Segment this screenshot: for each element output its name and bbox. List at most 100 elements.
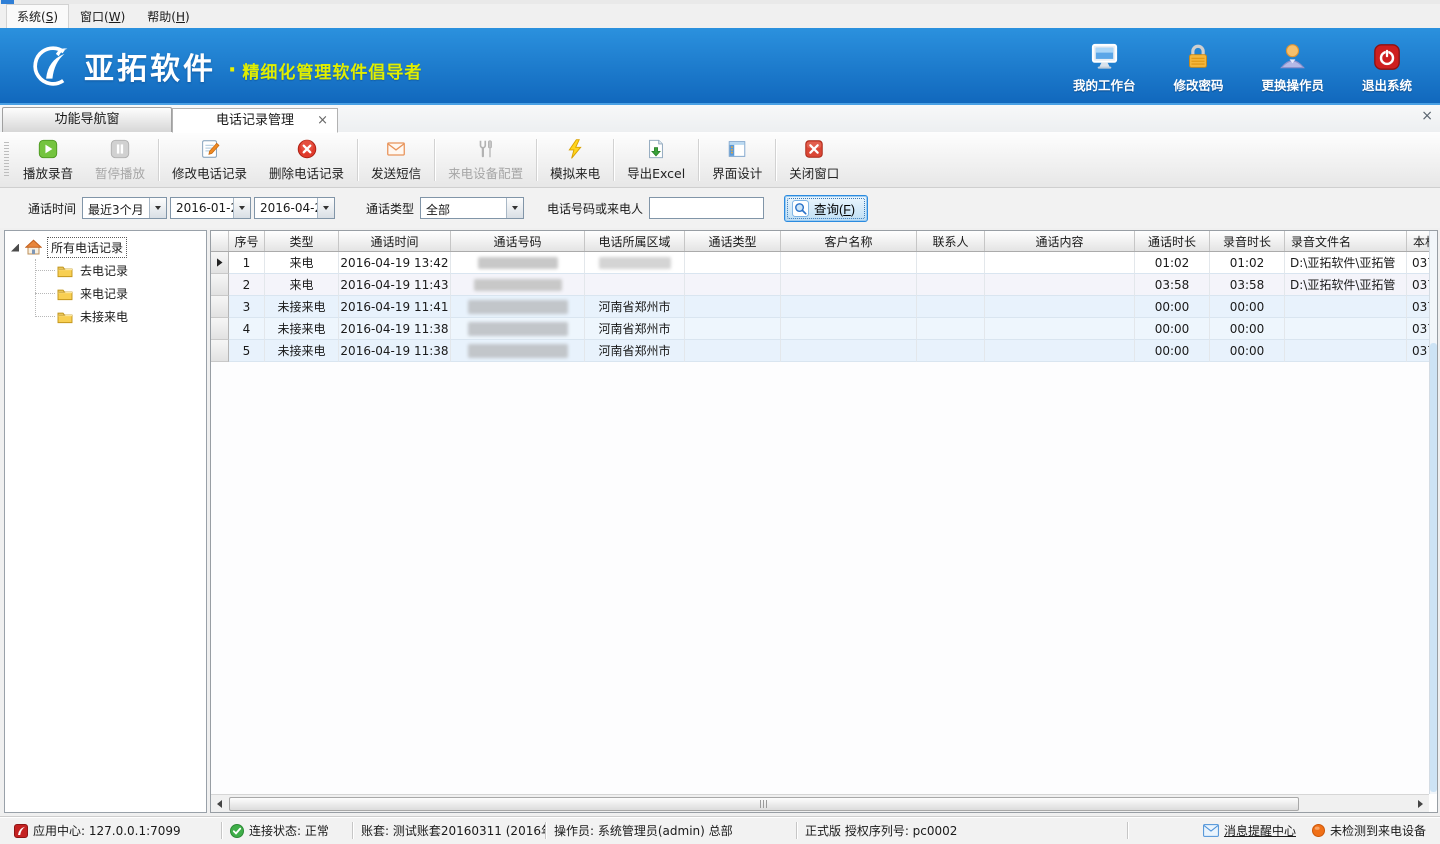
horizontal-scrollbar[interactable]: [211, 794, 1429, 812]
app-window: 系统(S)窗口(W)帮助(H) 亚拓软件 · 精细化管理软件倡导者 我的工作台修…: [0, 0, 1440, 844]
toolbar-button-play[interactable]: 播放录音: [12, 136, 84, 184]
tab-call-record-management[interactable]: 电话记录管理×: [172, 108, 338, 133]
date-from-combo[interactable]: 2016-01-22: [170, 197, 251, 219]
column-header-type[interactable]: 类型: [265, 231, 339, 251]
cell-time: 2016-04-19 11:43: [339, 274, 451, 296]
tree-item-label: 来电记录: [80, 285, 128, 302]
column-header-local[interactable]: 本机号码: [1407, 231, 1429, 251]
simulate-call-icon: [564, 138, 586, 160]
cell-phone: [451, 318, 585, 340]
grid-row-1[interactable]: 1来电2016-04-19 13:4201:0201:02D:\亚拓软件\亚拓管…: [211, 252, 1429, 274]
tree-guide: [35, 270, 55, 271]
cell-selector: [211, 252, 229, 274]
banner-action-power-off[interactable]: 退出系统: [1356, 38, 1418, 94]
cell-selector: [211, 274, 229, 296]
date-to-value: 2016-04-22: [255, 198, 317, 218]
toolbar-button-label: 来电设备配置: [448, 163, 523, 182]
status-text: 操作员: 系统管理员(admin) 总部: [554, 822, 733, 839]
cell-no: 2: [229, 274, 265, 296]
menu-item-3[interactable]: 帮助(H): [136, 4, 200, 29]
scroll-left-icon[interactable]: [211, 795, 228, 812]
redacted-phone-number: [468, 300, 568, 314]
banner-action-workbench[interactable]: 我的工作台: [1073, 38, 1136, 94]
banner-action-switch-user[interactable]: 更换操作员: [1261, 38, 1324, 94]
status-bar: 应用中心: 127.0.0.1:7099连接状态: 正常账套: 测试账套2016…: [0, 816, 1440, 844]
toolbar-button-edit[interactable]: 修改电话记录: [161, 136, 258, 184]
banner-action-password-lock[interactable]: 修改密码: [1167, 38, 1229, 94]
tree-item-label: 未接来电: [80, 308, 128, 325]
tree-item-1[interactable]: 去电记录: [5, 259, 206, 282]
query-button[interactable]: 查询(F): [784, 195, 868, 222]
cell-no: 1: [229, 252, 265, 274]
close-window-icon: [803, 138, 825, 160]
column-header-label: 通话时间: [370, 233, 418, 250]
tree-item-3[interactable]: 未接来电: [5, 305, 206, 328]
toolbar-button-close-window[interactable]: 关闭窗口: [778, 136, 850, 184]
menu-item-1[interactable]: 系统(S): [6, 4, 69, 29]
column-header-region[interactable]: 电话所属区域: [585, 231, 685, 251]
brand-logo-icon: [30, 43, 76, 89]
grid-row-2[interactable]: 2来电2016-04-19 11:4303:5803:58D:\亚拓软件\亚拓管…: [211, 274, 1429, 296]
status-segment-5: 正式版 授权序列号: pc0002: [797, 822, 1127, 839]
column-header-file[interactable]: 录音文件名: [1285, 231, 1407, 251]
date-to-dropdown-icon[interactable]: [317, 198, 334, 218]
tabstrip-close-icon[interactable]: ×: [1421, 109, 1433, 123]
cell-rec_duration: 03:58: [1210, 274, 1285, 296]
column-header-label: 类型: [289, 233, 313, 250]
grid-row-4[interactable]: 4未接来电2016-04-19 11:38河南省郑州市00:0000:00037: [211, 318, 1429, 340]
call-type-dropdown-icon[interactable]: [506, 198, 523, 218]
toolbar-button-sms[interactable]: 发送短信: [360, 136, 432, 184]
cell-duration: 03:58: [1135, 274, 1210, 296]
column-header-sel[interactable]: [211, 231, 229, 251]
phone-search-label: 电话号码或来电人: [547, 200, 643, 217]
vertical-scrollbar-thumb[interactable]: [1430, 343, 1437, 792]
time-preset-combo[interactable]: 最近3个月: [82, 197, 167, 219]
column-header-phone[interactable]: 通话号码: [451, 231, 585, 251]
tree-item-2[interactable]: 来电记录: [5, 282, 206, 305]
cell-no: 5: [229, 340, 265, 362]
tree-expand-icon[interactable]: [11, 244, 19, 252]
scroll-right-icon[interactable]: [1412, 795, 1429, 812]
menu-bar: 系统(S)窗口(W)帮助(H): [0, 4, 1440, 28]
cell-customer: [781, 252, 917, 274]
column-header-customer[interactable]: 客户名称: [781, 231, 917, 251]
time-preset-dropdown-icon[interactable]: [149, 198, 166, 218]
call-type-combo[interactable]: 全部: [420, 197, 524, 219]
query-button-label: 查询(F): [814, 199, 855, 218]
alert-dot-icon: [1312, 824, 1325, 837]
toolbar-button-label: 导出Excel: [627, 163, 685, 182]
tab-close-icon[interactable]: ×: [317, 109, 328, 133]
status-text: 正式版 授权序列号: pc0002: [805, 822, 957, 839]
column-header-time[interactable]: 通话时间: [339, 231, 451, 251]
toolbar-grip[interactable]: [4, 142, 9, 177]
horizontal-scrollbar-thumb[interactable]: [229, 797, 1299, 811]
status-segment-6[interactable]: 消息提醒中心: [1195, 822, 1304, 839]
grid-row-3[interactable]: 3未接来电2016-04-19 11:41河南省郑州市00:0000:00037: [211, 296, 1429, 318]
time-preset-value: 最近3个月: [83, 198, 149, 218]
column-header-no[interactable]: 序号: [229, 231, 265, 251]
toolbar-button-export-excel[interactable]: 导出Excel: [616, 136, 696, 184]
call-time-label: 通话时间: [28, 200, 76, 217]
column-header-content[interactable]: 通话内容: [985, 231, 1135, 251]
cell-type: 未接来电: [265, 318, 339, 340]
vertical-scrollbar[interactable]: [1429, 231, 1437, 794]
toolbar-button-pause: 暂停播放: [84, 136, 156, 184]
toolbar-button-ui-design[interactable]: 界面设计: [701, 136, 773, 184]
column-header-rec_duration[interactable]: 录音时长: [1210, 231, 1285, 251]
phone-search-input[interactable]: [649, 197, 764, 219]
tree-root-label: 所有电话记录: [47, 237, 127, 258]
column-header-duration[interactable]: 通话时长: [1135, 231, 1210, 251]
cell-type: 未接来电: [265, 296, 339, 318]
cell-region: 河南省郑州市: [585, 340, 685, 362]
tree-root-all-call-records[interactable]: 所有电话记录: [5, 236, 206, 259]
menu-item-2[interactable]: 窗口(W): [69, 4, 136, 29]
tab-function-navigator[interactable]: 功能导航窗: [2, 107, 172, 132]
column-header-contact[interactable]: 联系人: [917, 231, 985, 251]
date-from-dropdown-icon[interactable]: [233, 198, 250, 218]
column-header-calltype[interactable]: 通话类型: [685, 231, 781, 251]
toolbar-button-delete[interactable]: 删除电话记录: [258, 136, 355, 184]
grid-row-5[interactable]: 5未接来电2016-04-19 11:38河南省郑州市00:0000:00037: [211, 340, 1429, 362]
date-to-combo[interactable]: 2016-04-22: [254, 197, 335, 219]
cell-local: 037: [1407, 296, 1429, 318]
toolbar-button-simulate-call[interactable]: 模拟来电: [539, 136, 611, 184]
